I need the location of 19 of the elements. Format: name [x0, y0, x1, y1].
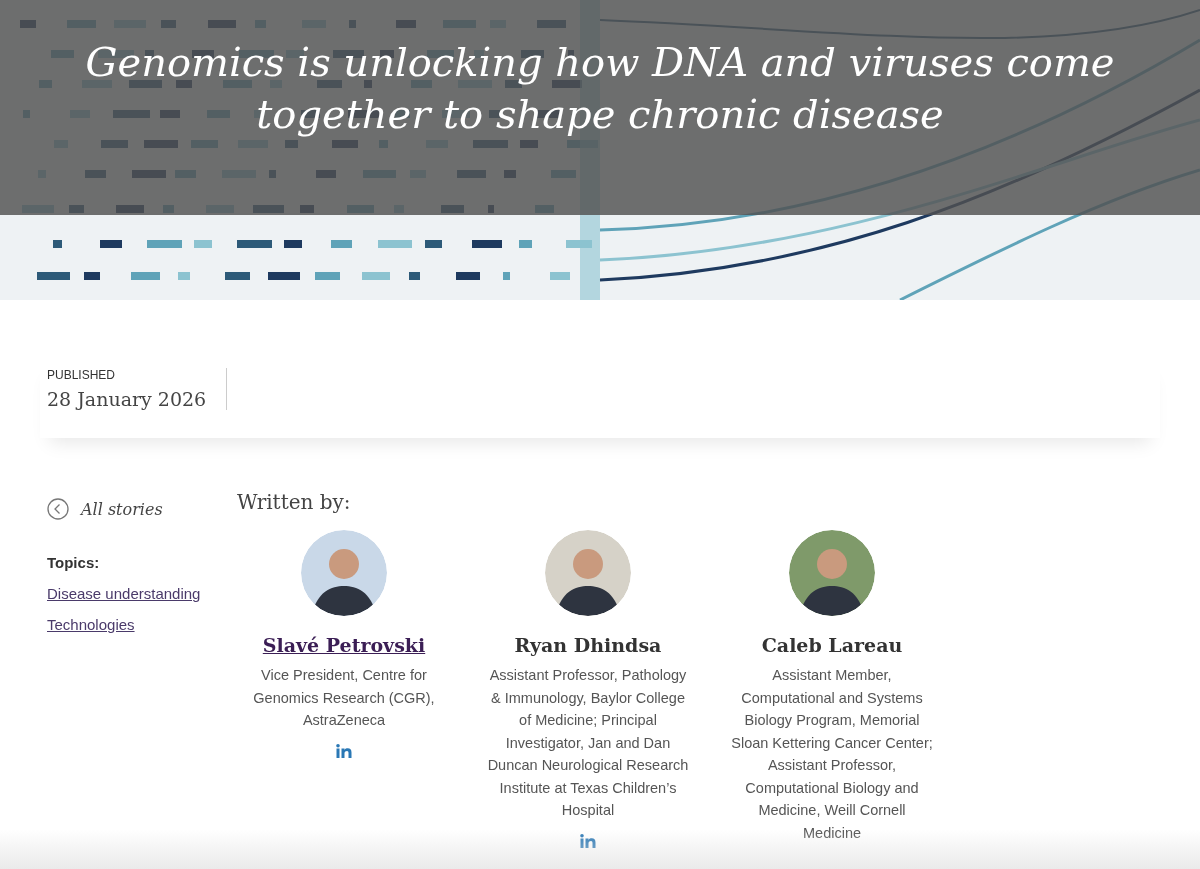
author-role: Assistant Member, Computational and Systems Biology Program, Memorial Sloan Kettering Cancer Center; Assistant Professor, Computational Biology and Medicine, Weill Cornell Medicine: [730, 666, 934, 843]
author-name: Ryan Dhindsa: [514, 634, 662, 656]
author-name: Caleb Lareau: [761, 634, 903, 656]
published-date: 28 January 2026: [47, 388, 207, 410]
linkedin-link[interactable]: [336, 743, 352, 758]
written-by-label: Written by:: [237, 490, 352, 514]
author-name-link[interactable]: Slavé Petrovski: [262, 634, 426, 656]
all-stories-link[interactable]: All stories: [47, 498, 163, 520]
topic-link[interactable]: Technologies: [47, 616, 135, 633]
topics-label: Topics:: [47, 554, 101, 571]
linkedin-link[interactable]: [580, 833, 596, 848]
published-label: PUBLISHED: [47, 368, 117, 382]
author-role: Vice President, Centre for Genomics Research (CGR), AstraZeneca: [252, 666, 436, 730]
page-title: Genomics is unlocking how DNA and viruses come together to shape chronic disease: [84, 38, 1116, 139]
topic-link[interactable]: Disease understanding: [47, 585, 201, 602]
linkedin-icon: [336, 743, 352, 758]
back-icon: [47, 498, 69, 520]
author-role: Assistant Professor, Pathology & Immunology, Baylor College of Medicine; Principal Investigator, Jan and Dan Duncan Neurological Research Institute at Texas Children’s Hospital: [486, 666, 690, 820]
linkedin-icon: [580, 833, 596, 848]
